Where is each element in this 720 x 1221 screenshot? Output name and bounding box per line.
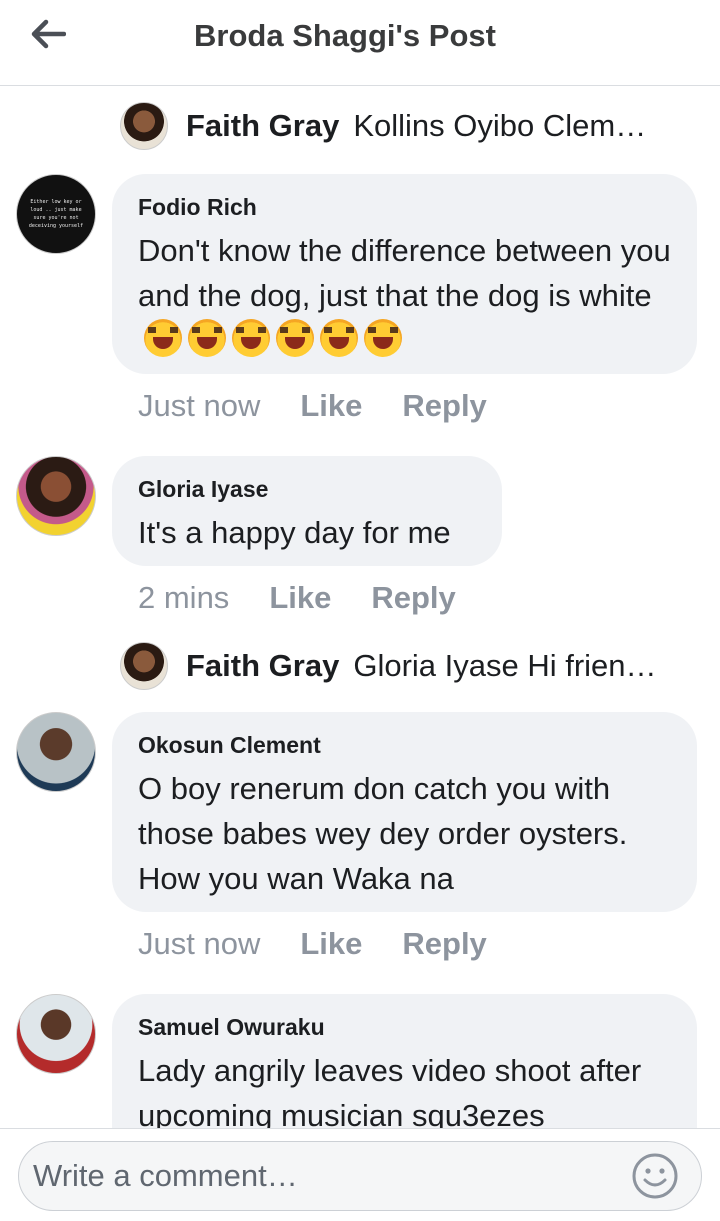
avatar (120, 642, 168, 690)
comment-text: Don't know the difference between you an… (138, 228, 671, 363)
reply-button[interactable]: Reply (402, 388, 486, 424)
comment-bubble[interactable]: Gloria Iyase It's a happy day for me (112, 456, 502, 566)
timestamp: Just now (138, 388, 261, 423)
timestamp: Just now (138, 926, 261, 961)
reply-button[interactable]: Reply (371, 580, 455, 616)
like-button[interactable]: Like (300, 388, 362, 424)
reply-preview[interactable]: Faith Gray Kollins Oyibo Clem… (120, 101, 646, 151)
comment-input[interactable] (33, 1154, 613, 1198)
avatar[interactable] (16, 456, 96, 536)
laughing-emoji-icon (364, 319, 402, 357)
reply-author: Faith Gray (186, 648, 340, 683)
laughing-emoji-icon (276, 319, 314, 357)
comment-author[interactable]: Gloria Iyase (138, 474, 476, 504)
laughing-emoji-icon (320, 319, 358, 357)
comment-bubble[interactable]: Fodio Rich Don't know the difference bet… (112, 174, 697, 374)
comment-text: It's a happy day for me (138, 515, 451, 550)
comment-bubble[interactable]: Okosun Clement O boy renerum don catch y… (112, 712, 697, 912)
reply-author: Faith Gray (186, 108, 340, 143)
comment-text: O boy renerum don catch you with those b… (138, 771, 628, 896)
reply-snippet: Kollins Oyibo Clem… (353, 108, 647, 143)
comment-author[interactable]: Okosun Clement (138, 730, 671, 760)
comment-text-body: Don't know the difference between you an… (138, 233, 671, 313)
laughing-emoji-icon (232, 319, 270, 357)
comment-composer[interactable] (18, 1141, 702, 1211)
smiley-icon (632, 1153, 678, 1199)
like-button[interactable]: Like (300, 926, 362, 962)
comment-bubble[interactable]: Samuel Owuraku Lady angrily leaves video… (112, 994, 697, 1128)
avatar[interactable] (16, 994, 96, 1074)
reply-button[interactable]: Reply (402, 926, 486, 962)
like-button[interactable]: Like (269, 580, 331, 616)
avatar[interactable]: Either low key or loud .. just make sure… (16, 174, 96, 254)
reply-snippet: Gloria Iyase Hi frien… (353, 648, 657, 683)
avatar[interactable] (16, 712, 96, 792)
emoji-button[interactable] (631, 1152, 679, 1200)
avatar-caption: Either low key or loud .. just make sure… (28, 199, 84, 229)
laughing-emoji-icon (188, 319, 226, 357)
laughing-emoji-icon (144, 319, 182, 357)
timestamp: 2 mins (138, 580, 230, 615)
comment-composer-bar (0, 1128, 720, 1221)
comment-actions: Just now Like Reply (138, 388, 487, 424)
comment-author[interactable]: Samuel Owuraku (138, 1012, 671, 1042)
comment-text: Lady angrily leaves video shoot after up… (138, 1053, 642, 1128)
comment-author[interactable]: Fodio Rich (138, 192, 671, 222)
top-bar: Broda Shaggi's Post (0, 0, 720, 86)
page-title: Broda Shaggi's Post (194, 18, 496, 53)
comment-actions: Just now Like Reply (138, 926, 487, 962)
comment-actions: 2 mins Like Reply (138, 580, 456, 616)
comment-feed[interactable]: Faith Gray Kollins Oyibo Clem… Either lo… (0, 86, 720, 1128)
avatar (120, 102, 168, 150)
reply-preview[interactable]: Faith Gray Gloria Iyase Hi frien… (120, 641, 657, 691)
